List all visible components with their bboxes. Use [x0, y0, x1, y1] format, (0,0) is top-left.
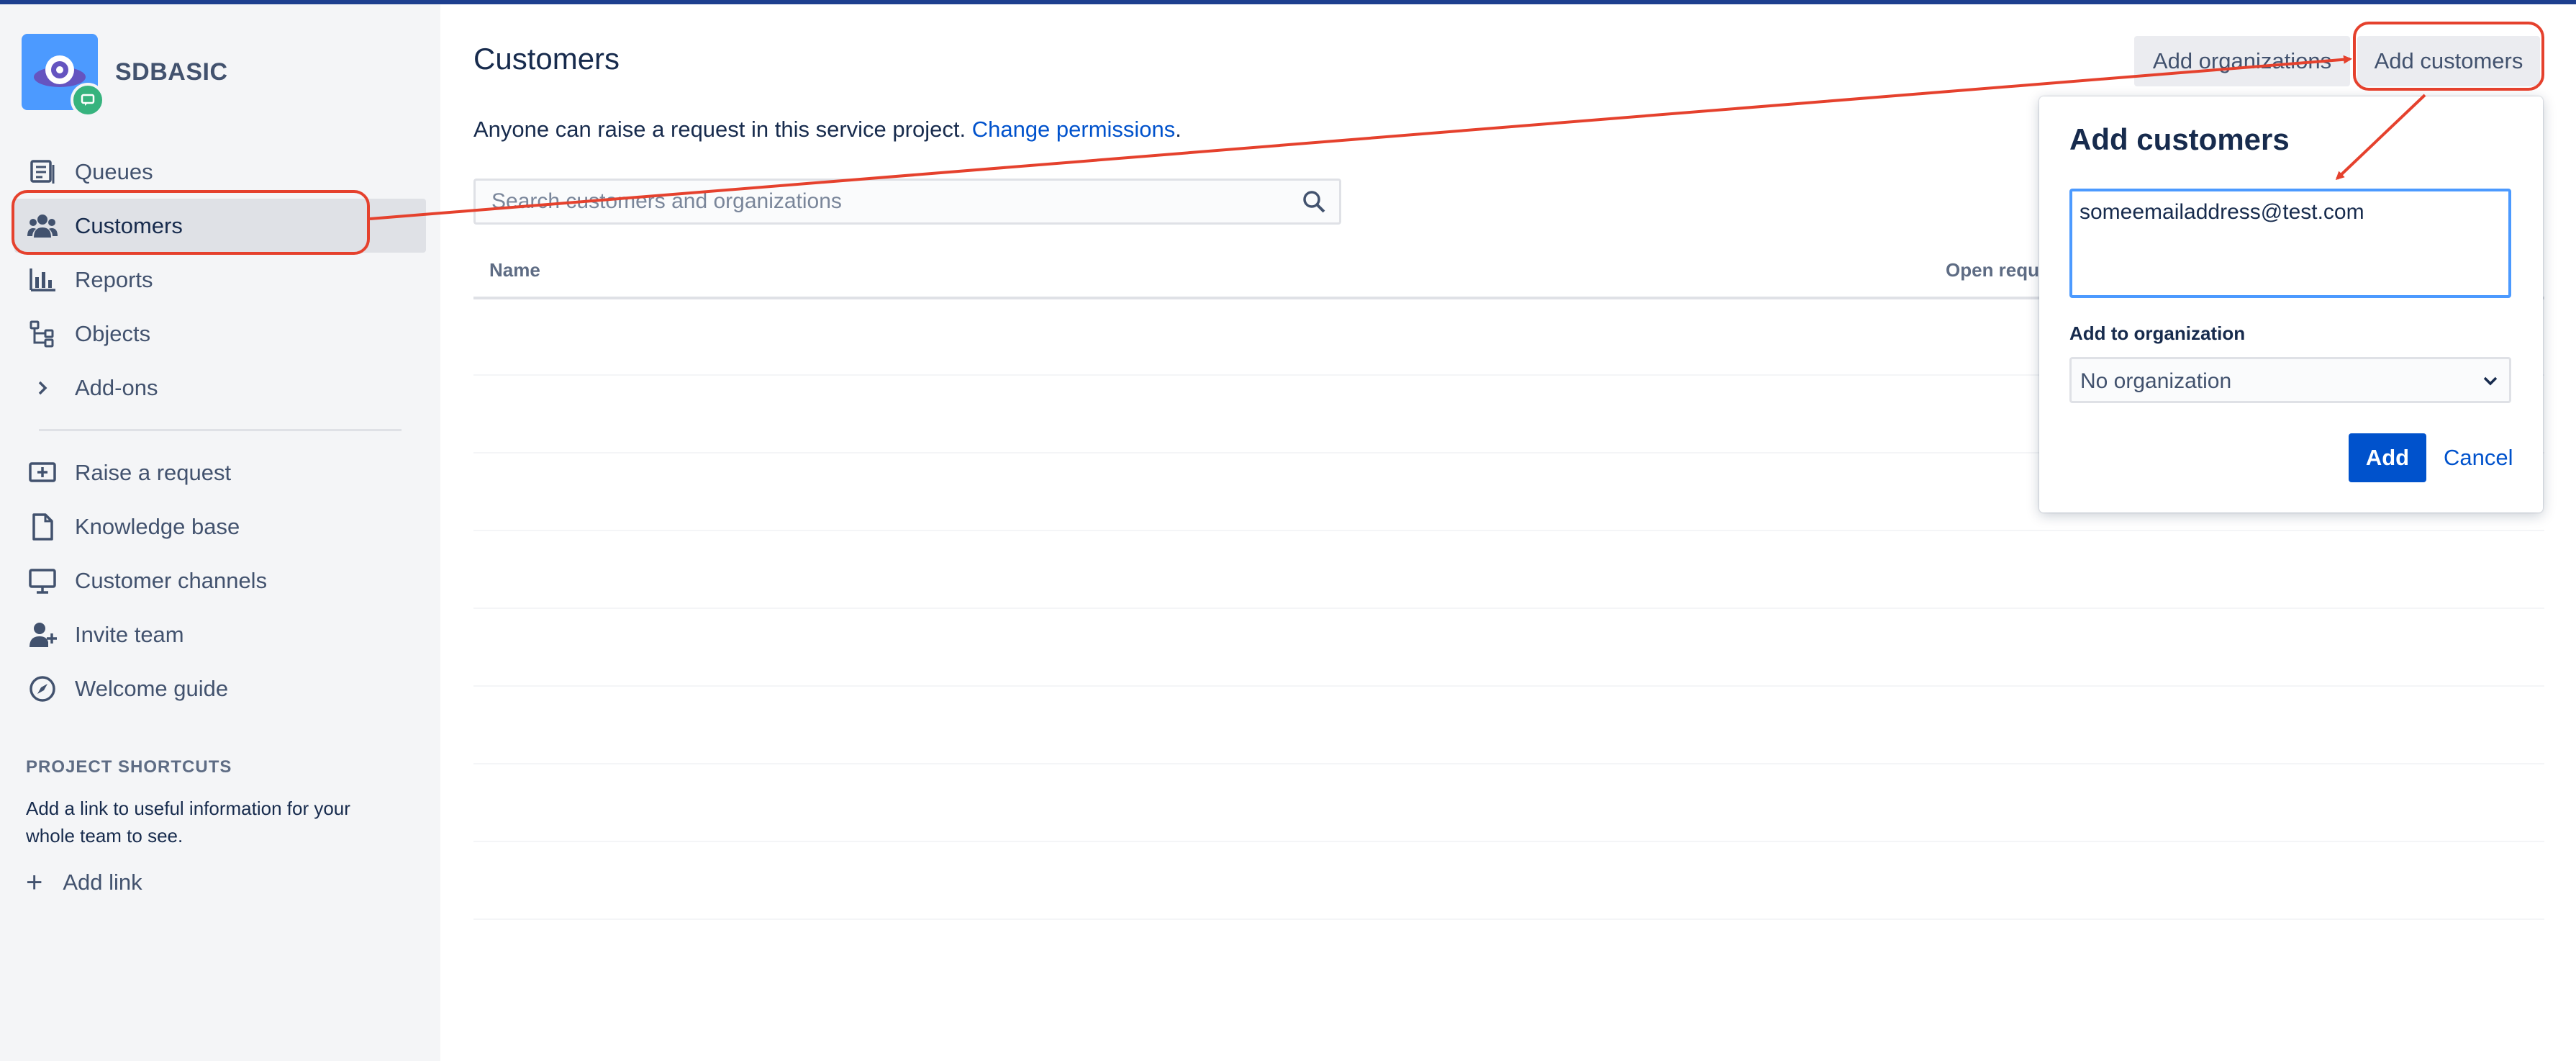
table-row	[473, 685, 2544, 687]
project-header[interactable]: SDBASIC	[22, 29, 228, 117]
service-badge-icon	[71, 83, 105, 117]
sidebar-item-label: Invite team	[75, 621, 184, 647]
chevron-right-icon	[26, 371, 59, 405]
organization-select[interactable]: No organization	[2069, 357, 2511, 403]
sidebar-item-label: Queues	[75, 158, 153, 184]
project-name: SDBASIC	[115, 58, 228, 86]
project-shortcuts-text: Add a link to useful information for you…	[26, 798, 350, 846]
sidebar-divider	[39, 429, 402, 431]
reports-icon	[26, 263, 59, 297]
search-icon[interactable]	[1302, 189, 1326, 214]
add-link-label: Add link	[63, 870, 142, 895]
sidebar-item-label: Knowledge base	[75, 513, 240, 539]
sidebar-item-reports[interactable]: Reports	[0, 253, 440, 307]
sidebar-item-label: Raise a request	[75, 459, 232, 485]
raise-request-icon	[26, 456, 59, 489]
objects-icon	[26, 317, 59, 351]
sidebar-item-label: Add-ons	[75, 374, 158, 400]
sidebar-item-label: Welcome guide	[75, 675, 229, 701]
sidebar-item-knowledge-base[interactable]: Knowledge base	[0, 500, 440, 554]
sidebar-item-invite-team[interactable]: Invite team	[0, 608, 440, 662]
sidebar-item-label: Customer channels	[75, 567, 268, 593]
change-permissions-link[interactable]: Change permissions	[972, 117, 1176, 142]
page-icon	[26, 510, 59, 543]
annotation-highlight-customers	[12, 190, 370, 255]
sidebar-item-add-ons[interactable]: Add-ons	[0, 361, 440, 415]
table-row	[473, 763, 2544, 764]
permissions-text: Anyone can raise a request in this servi…	[473, 117, 966, 142]
annotation-highlight-add-customers	[2353, 22, 2544, 91]
sidebar-item-objects[interactable]: Objects	[0, 307, 440, 361]
permissions-line: Anyone can raise a request in this servi…	[473, 117, 1182, 143]
search-box	[473, 179, 1341, 225]
organization-label: Add to organization	[2069, 322, 2246, 344]
sidebar-item-customer-channels[interactable]: Customer channels	[0, 554, 440, 608]
column-header-name[interactable]: Name	[489, 259, 540, 281]
search-input[interactable]	[491, 181, 1283, 222]
project-shortcuts-title: PROJECT SHORTCUTS	[26, 757, 232, 777]
table-row	[473, 918, 2544, 920]
chevron-down-icon	[2483, 376, 2498, 386]
add-organizations-button[interactable]: Add organizations	[2134, 36, 2350, 86]
plus-icon: +	[26, 867, 43, 898]
table-row	[473, 841, 2544, 842]
permissions-suffix: .	[1175, 117, 1182, 142]
queues-icon	[26, 155, 59, 189]
add-button[interactable]: Add	[2349, 433, 2426, 482]
sidebar-item-welcome-guide[interactable]: Welcome guide	[0, 662, 440, 715]
add-link-button[interactable]: + Add link	[26, 868, 142, 897]
email-textarea[interactable]: someemailaddress@test.com	[2069, 189, 2511, 298]
project-avatar	[22, 34, 105, 117]
page-title: Customers	[473, 42, 620, 76]
add-customers-dialog: Add customers someemailaddress@test.com …	[2039, 96, 2543, 513]
table-row	[473, 608, 2544, 609]
table-row	[473, 530, 2544, 531]
cancel-button[interactable]: Cancel	[2444, 445, 2513, 471]
dialog-title: Add customers	[2069, 122, 2290, 156]
monitor-icon	[26, 564, 59, 597]
column-header-open-requests[interactable]: Open requ	[1946, 259, 2039, 281]
organization-selected-value: No organization	[2080, 369, 2232, 393]
sidebar-item-label: Objects	[75, 320, 151, 346]
compass-icon	[26, 672, 59, 705]
invite-team-icon	[26, 618, 59, 651]
sidebar-item-label: Reports	[75, 266, 153, 292]
sidebar: SDBASIC Queues Customers Reports Objects	[0, 4, 440, 1061]
sidebar-item-raise-request[interactable]: Raise a request	[0, 446, 440, 500]
